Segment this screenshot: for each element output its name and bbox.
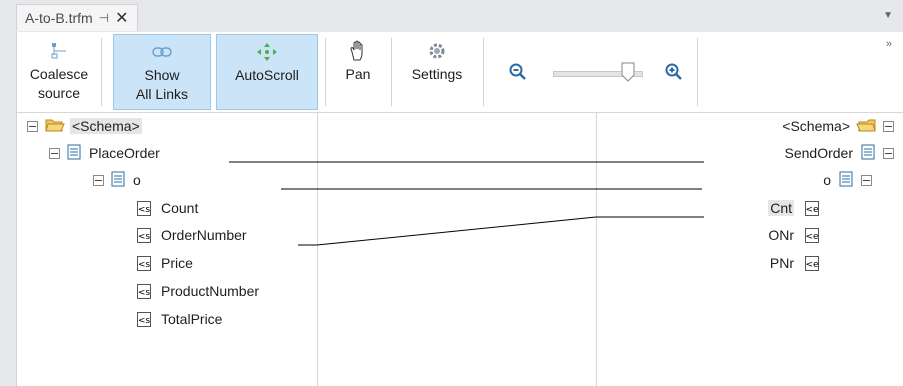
toolbar-separator xyxy=(325,38,326,106)
mapper-document: Coalesce source Show All Links AutoScrol… xyxy=(16,32,903,386)
field-element-icon: <s xyxy=(137,255,151,271)
source-field-label: TotalPrice xyxy=(161,311,223,327)
svg-text:<s: <s xyxy=(138,316,151,326)
link-productnumber-pnr xyxy=(316,216,597,246)
coalesce-source-button[interactable]: Coalesce source xyxy=(23,34,95,110)
document-tab[interactable]: A-to-B.trfm ⊣ ✕ xyxy=(16,4,138,31)
field-element-icon: <s xyxy=(137,283,151,299)
source-field-ordernumber[interactable]: <s OrderNumber xyxy=(137,224,247,246)
source-field-count[interactable]: <s Count xyxy=(137,197,198,219)
svg-text:<s: <s xyxy=(138,260,151,270)
target-field-pnr[interactable]: PNr xyxy=(770,252,794,274)
mapper-grid: <Schema> PlaceOrder o <s Count <s OrderN… xyxy=(17,113,903,386)
collapse-icon[interactable] xyxy=(883,120,894,132)
target-schema-node[interactable]: <Schema> xyxy=(782,115,894,137)
autoscroll-button[interactable]: AutoScroll xyxy=(216,34,318,110)
svg-text:<s: <s xyxy=(138,288,151,298)
toolbar-separator xyxy=(391,38,392,106)
source-field-price[interactable]: <s Price xyxy=(137,252,193,274)
tab-overflow-dropdown-icon[interactable]: ▼ xyxy=(883,10,893,21)
target-sub-node[interactable]: o xyxy=(823,169,872,191)
toolbar-separator xyxy=(697,38,698,106)
toolbar-overflow-icon[interactable]: » xyxy=(886,38,892,50)
record-icon xyxy=(111,171,125,190)
show-all-links-label-1: Show xyxy=(144,67,180,83)
source-field-totalprice[interactable]: <s TotalPrice xyxy=(137,308,222,330)
collapse-icon[interactable] xyxy=(49,147,60,159)
target-field-onr[interactable]: ONr xyxy=(768,224,794,246)
tab-title: A-to-B.trfm xyxy=(25,10,93,26)
autoscroll-icon xyxy=(256,41,278,63)
source-sub-label: o xyxy=(133,172,141,188)
target-field-cnt[interactable]: Cnt xyxy=(768,197,794,219)
close-icon[interactable]: ✕ xyxy=(115,8,128,28)
target-field-label: PNr xyxy=(769,255,794,271)
folder-open-icon xyxy=(45,117,65,136)
target-record-label: SendOrder xyxy=(784,145,853,161)
source-field-label: Price xyxy=(161,255,193,271)
pin-icon[interactable]: ⊣ xyxy=(99,11,109,25)
settings-button[interactable]: Settings xyxy=(399,34,475,110)
svg-text:<s: <s xyxy=(138,232,151,242)
coalesce-label-1: Coalesce xyxy=(29,66,89,82)
source-field-label: Count xyxy=(161,200,199,216)
zoom-in-icon[interactable] xyxy=(665,63,683,84)
field-element-icon: <s xyxy=(137,200,151,216)
source-schema-label: <Schema> xyxy=(70,118,142,134)
field-element-icon: <s xyxy=(137,227,151,243)
coalesce-label-2: source xyxy=(37,85,81,101)
target-schema-label: <Schema> xyxy=(782,118,850,134)
pan-button[interactable]: Pan xyxy=(333,34,383,110)
collapse-icon[interactable] xyxy=(93,174,104,186)
link-icon xyxy=(151,41,173,63)
target-field-label: Cnt xyxy=(768,200,794,216)
hand-icon xyxy=(348,40,368,62)
target-field-label: ONr xyxy=(768,227,794,243)
autoscroll-label: AutoScroll xyxy=(235,67,299,83)
zoom-slider-thumb[interactable] xyxy=(621,62,635,82)
collapse-icon[interactable] xyxy=(27,120,38,132)
target-sub-label: o xyxy=(823,172,831,188)
source-record-node[interactable]: PlaceOrder xyxy=(49,142,160,164)
source-schema-node[interactable]: <Schema> xyxy=(27,115,142,137)
mapper-toolbar: Coalesce source Show All Links AutoScrol… xyxy=(17,32,903,113)
toolbar-separator xyxy=(101,38,102,106)
source-field-productnumber[interactable]: <s ProductNumber xyxy=(137,280,259,302)
svg-text:<e: <e xyxy=(805,205,819,215)
source-field-label: ProductNumber xyxy=(161,283,260,299)
show-all-links-label-2: All Links xyxy=(135,86,189,102)
zoom-out-icon[interactable] xyxy=(509,63,527,84)
source-sub-node[interactable]: o xyxy=(93,169,141,191)
folder-icon xyxy=(856,117,876,136)
target-record-node[interactable]: SendOrder xyxy=(785,142,894,164)
field-element-icon: <s xyxy=(137,311,151,327)
gear-icon xyxy=(427,40,447,62)
pan-label: Pan xyxy=(345,66,371,82)
coalesce-icon xyxy=(48,40,70,62)
record-icon xyxy=(839,171,853,190)
field-attribute-icon: <e xyxy=(805,197,819,219)
svg-text:<s: <s xyxy=(138,205,151,215)
record-icon xyxy=(67,144,81,163)
svg-text:<e: <e xyxy=(805,260,819,270)
show-all-links-button[interactable]: Show All Links xyxy=(113,34,211,110)
record-icon xyxy=(861,144,875,163)
settings-label: Settings xyxy=(411,66,463,82)
source-field-label: OrderNumber xyxy=(161,227,247,243)
collapse-icon[interactable] xyxy=(883,147,894,159)
field-attribute-icon: <e xyxy=(805,252,819,274)
svg-text:<e: <e xyxy=(805,232,819,242)
collapse-icon[interactable] xyxy=(861,174,872,186)
source-record-label: PlaceOrder xyxy=(89,145,160,161)
field-attribute-icon: <e xyxy=(805,224,819,246)
document-tab-strip: A-to-B.trfm ⊣ ✕ ▼ xyxy=(0,0,903,32)
toolbar-separator xyxy=(483,38,484,106)
